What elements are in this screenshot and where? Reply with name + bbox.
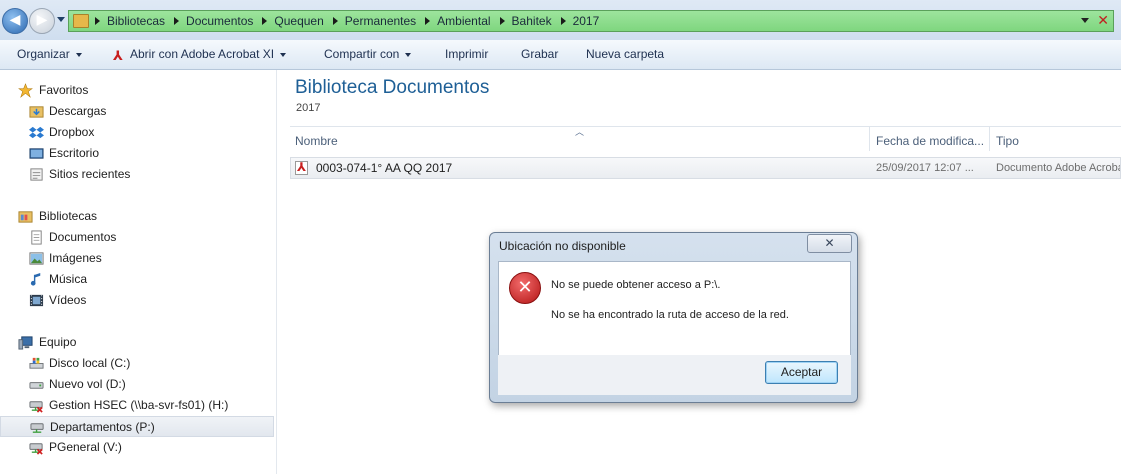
chevron-down-icon	[405, 52, 412, 57]
nav-libraries[interactable]: Bibliotecas	[0, 206, 274, 227]
sort-ascending-icon: ︿	[575, 127, 585, 137]
column-divider[interactable]	[989, 127, 990, 151]
nav-item-disco-local-c[interactable]: Disco local (C:)	[0, 353, 274, 374]
pdf-file-icon: ⅄	[295, 160, 308, 175]
error-dialog: Ubicación no disponible ✕ ✕ No se puede …	[489, 232, 858, 403]
new-folder-button[interactable]: Nueva carpeta	[586, 40, 664, 69]
column-header-type[interactable]: Tipo	[996, 127, 1019, 157]
breadcrumb-item[interactable]: Permanentes	[332, 14, 425, 28]
breadcrumb-item[interactable]: Bibliotecas	[95, 14, 174, 28]
chevron-right-icon	[95, 17, 100, 25]
back-arrow-icon: ◀	[9, 11, 21, 27]
column-header-name[interactable]: Nombre	[295, 127, 338, 157]
music-note-icon	[30, 272, 41, 286]
dialog-close-button[interactable]: ✕	[807, 234, 852, 253]
stop-x-icon[interactable]: ✕	[1097, 12, 1109, 29]
breadcrumb: Bibliotecas Documentos Quequen Permanent…	[95, 11, 608, 31]
open-with-button[interactable]: ⅄ Abrir con Adobe Acrobat XI	[113, 40, 287, 69]
star-icon	[18, 83, 33, 98]
chevron-down-icon	[75, 52, 82, 57]
pdf-icon: ⅄	[113, 48, 123, 63]
pictures-icon	[29, 252, 44, 265]
share-button[interactable]: Compartir con	[324, 40, 412, 69]
print-button[interactable]: Imprimir	[445, 40, 488, 69]
breadcrumb-item[interactable]: Documentos	[174, 14, 262, 28]
command-toolbar: Organizar ⅄ Abrir con Adobe Acrobat XI Co…	[0, 40, 1121, 70]
recent-places-icon	[30, 168, 43, 181]
breadcrumb-item[interactable]: Bahitek	[499, 14, 561, 28]
organize-button[interactable]: Organizar	[17, 40, 82, 69]
chevron-right-icon	[499, 17, 505, 25]
error-icon: ✕	[509, 272, 541, 304]
computer-icon	[18, 336, 33, 350]
nav-item-imagenes[interactable]: Imágenes	[0, 248, 274, 269]
forward-button[interactable]: ▶	[29, 8, 55, 34]
breadcrumb-item[interactable]: 2017	[560, 14, 609, 28]
burn-button[interactable]: Grabar	[521, 40, 558, 69]
address-bar-area: ◀ ▶ Bibliotecas Documentos Quequen Perma…	[0, 0, 1121, 40]
nav-item-sitios-recientes[interactable]: Sitios recientes	[0, 164, 274, 185]
file-row[interactable]: ⅄ 0003-074-1° AA QQ 2017 25/09/2017 12:0…	[290, 157, 1121, 179]
column-divider[interactable]	[869, 127, 870, 151]
dropbox-icon	[29, 126, 44, 139]
libraries-icon	[18, 211, 33, 223]
breadcrumb-item[interactable]: Quequen	[262, 14, 332, 28]
chevron-right-icon	[262, 17, 268, 25]
downloads-folder-icon	[29, 106, 44, 118]
history-dropdown-icon[interactable]	[57, 17, 65, 22]
dialog-title: Ubicación no disponible	[499, 239, 626, 253]
library-subtitle: 2017	[296, 102, 321, 114]
nav-computer[interactable]: Equipo	[0, 332, 274, 353]
nav-item-dropbox[interactable]: Dropbox	[0, 122, 274, 143]
nav-item-descargas[interactable]: Descargas	[0, 101, 274, 122]
disconnected-network-drive-icon	[29, 401, 43, 413]
ok-button[interactable]: Aceptar	[765, 361, 838, 384]
chevron-right-icon	[332, 17, 338, 25]
nav-item-musica[interactable]: Música	[0, 269, 274, 290]
chevron-right-icon	[174, 17, 180, 25]
navigation-pane: Favoritos Descargas Dropbox Escritorio S…	[0, 70, 277, 474]
drive-icon	[29, 382, 44, 389]
address-path-box[interactable]: Bibliotecas Documentos Quequen Permanent…	[68, 10, 1114, 32]
disconnected-network-drive-icon	[29, 443, 43, 455]
library-folder-icon	[73, 14, 89, 28]
column-header-row: ︿ Nombre Fecha de modifica... Tipo	[290, 126, 1121, 158]
nav-item-escritorio[interactable]: Escritorio	[0, 143, 274, 164]
documents-icon	[31, 230, 42, 245]
nav-item-departamentos-p[interactable]: Departamentos (P:)	[0, 416, 274, 437]
column-header-date[interactable]: Fecha de modifica...	[876, 127, 984, 157]
windows-drive-icon	[29, 357, 44, 369]
file-date: 25/09/2017 12:07 ...	[876, 162, 974, 174]
breadcrumb-item[interactable]: Ambiental	[425, 14, 499, 28]
back-button[interactable]: ◀	[2, 8, 28, 34]
network-drive-icon	[30, 423, 44, 433]
nav-item-videos[interactable]: Vídeos	[0, 290, 274, 311]
dialog-message-primary: No se puede obtener acceso a P:\.	[551, 279, 721, 291]
nav-item-gestion-hsec-h[interactable]: Gestion HSEC (\\ba-svr-fs01) (H:)	[0, 395, 274, 416]
nav-item-documentos[interactable]: Documentos	[0, 227, 274, 248]
chevron-right-icon	[560, 17, 566, 25]
file-name: 0003-074-1° AA QQ 2017	[316, 161, 453, 175]
videos-icon	[29, 294, 44, 307]
dialog-message-secondary: No se ha encontrado la ruta de acceso de…	[551, 309, 789, 321]
forward-arrow-icon: ▶	[36, 11, 48, 27]
chevron-right-icon	[425, 17, 431, 25]
chevron-down-icon	[280, 52, 287, 57]
library-title: Biblioteca Documentos	[295, 77, 490, 98]
nav-favorites[interactable]: Favoritos	[0, 80, 274, 101]
nav-item-pgeneral-v[interactable]: PGeneral (V:)	[0, 437, 274, 458]
desktop-icon	[29, 148, 44, 159]
nav-item-nuevo-vol-d[interactable]: Nuevo vol (D:)	[0, 374, 274, 395]
file-type: Documento Adobe Acrobat	[996, 162, 1120, 174]
address-dropdown-icon[interactable]	[1081, 18, 1089, 23]
dialog-footer: Aceptar	[498, 355, 851, 395]
dialog-body: ✕ No se puede obtener acceso a P:\. No s…	[498, 261, 851, 356]
